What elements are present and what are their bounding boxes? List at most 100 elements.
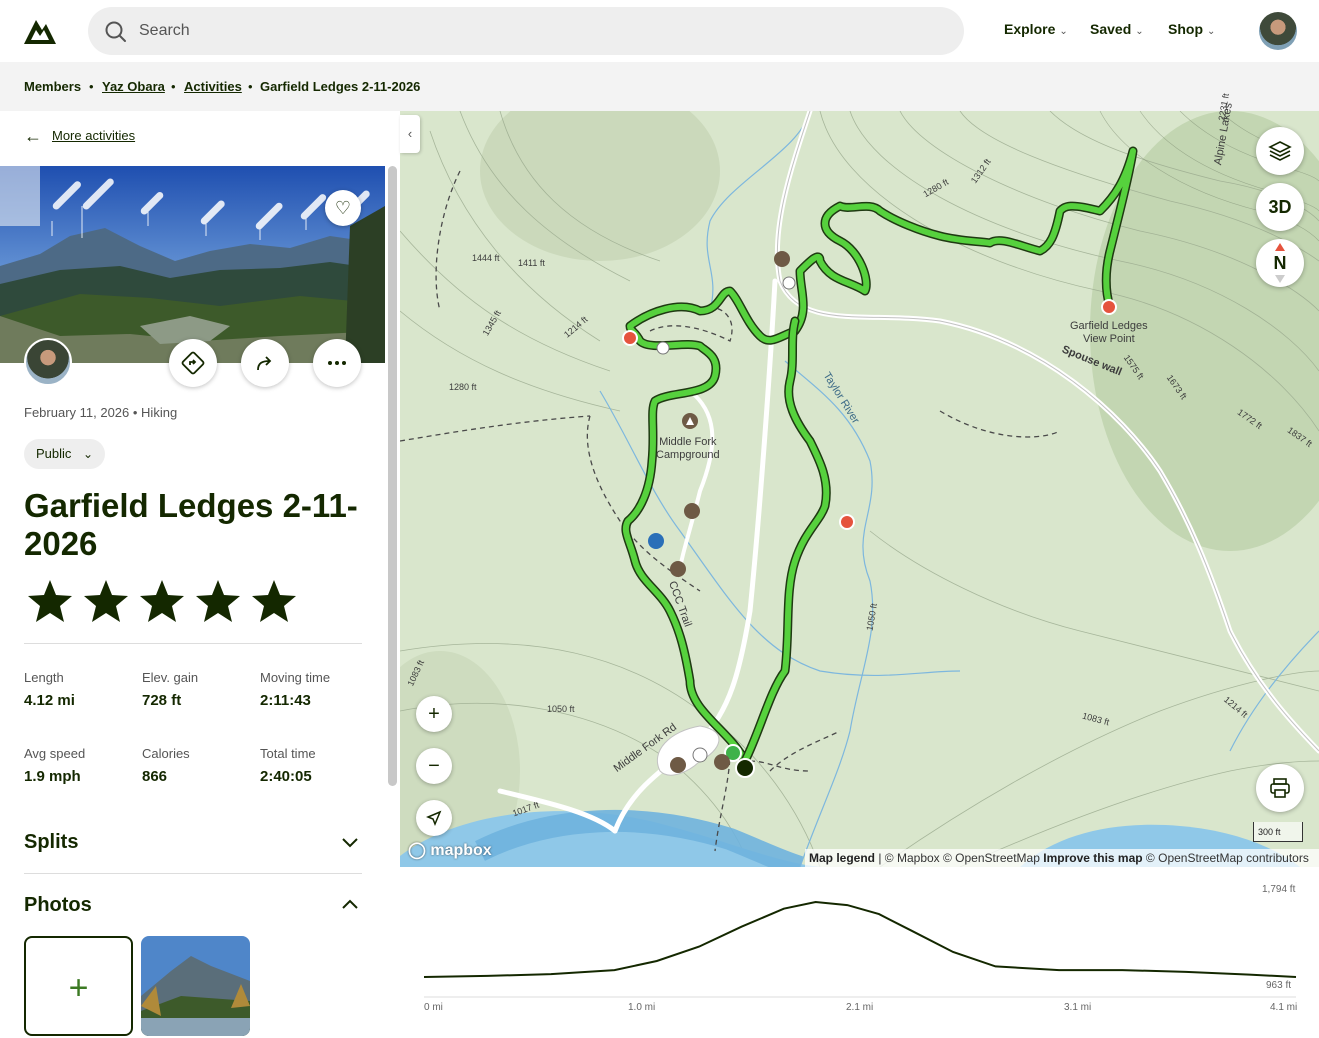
favorite-heart-button[interactable]: ♡: [325, 190, 361, 226]
nav-saved[interactable]: Saved ⌄: [1090, 21, 1144, 37]
contour-label: 1280 ft: [449, 382, 477, 392]
directions-button[interactable]: [169, 339, 217, 387]
zoom-in-button[interactable]: +: [416, 696, 452, 732]
stat-value: 2:11:43: [260, 692, 311, 709]
activity-title: Garfield Ledges 2-11-2026: [24, 487, 358, 562]
distance-tick-label: 4.1 mi: [1270, 1002, 1298, 1013]
distance-tick-label: 0 mi: [424, 1002, 443, 1013]
print-map-button[interactable]: [1256, 764, 1304, 812]
map-canvas[interactable]: [400, 111, 1319, 867]
elevation-profile[interactable]: 1,794 ft 963 ft 0 mi 1.0 mi 2.1 mi 3.1 m…: [400, 867, 1319, 1028]
photo-thumbnail[interactable]: [141, 936, 250, 1036]
star-icon[interactable]: [26, 578, 74, 624]
breadcrumb-user[interactable]: Yaz Obara: [102, 79, 165, 94]
star-icon[interactable]: [138, 578, 186, 624]
campground-label-line2: Campground: [656, 449, 720, 461]
chevron-down-icon[interactable]: [340, 837, 360, 849]
user-avatar-small[interactable]: [24, 338, 72, 386]
sidebar-scrollbar[interactable]: [388, 166, 397, 786]
alltrails-logo-icon[interactable]: [22, 16, 58, 46]
mapbox-logo-icon: ◯: [408, 842, 426, 859]
stat-elevation-gain: Elev. gain 728 ft: [142, 670, 198, 709]
end-marker: [735, 758, 755, 778]
breadcrumb: Members • Yaz Obara • Activities • Garfi…: [0, 62, 1319, 111]
stat-value: 866: [142, 768, 168, 785]
stat-avg-speed: Avg speed 1.9 mph: [24, 746, 85, 785]
breadcrumb-separator: •: [248, 79, 253, 94]
attribution-sources[interactable]: | © Mapbox © OpenStreetMap: [875, 851, 1043, 865]
elevation-min-label: 963 ft: [1266, 980, 1292, 991]
mapbox-logo-text: mapbox: [430, 842, 492, 859]
chevron-up-icon[interactable]: [340, 898, 360, 910]
stat-label: Avg speed: [24, 746, 86, 761]
3d-toggle-button[interactable]: 3D: [1256, 183, 1304, 231]
waypoint-marker: [839, 514, 855, 530]
stat-value: 1.9 mph: [24, 768, 81, 785]
stat-length: Length 4.12 mi: [24, 670, 75, 709]
star-icon[interactable]: [194, 578, 242, 624]
star-icon[interactable]: [250, 578, 298, 624]
chevron-left-icon: ‹: [407, 126, 413, 141]
stat-moving-time: Moving time 2:11:43: [260, 670, 330, 709]
printer-icon: [1270, 778, 1290, 798]
stat-label: Moving time: [260, 670, 331, 685]
splits-section-header[interactable]: Splits: [24, 831, 78, 854]
stat-total-time: Total time 2:40:05: [260, 746, 316, 785]
arrow-left-icon: ←: [24, 126, 42, 146]
chevron-down-icon: ⌄: [1207, 26, 1216, 37]
search-icon: [105, 21, 126, 42]
share-button[interactable]: [241, 339, 289, 387]
mapbox-logo[interactable]: ◯ mapbox: [408, 840, 492, 860]
divider: [24, 873, 362, 874]
more-options-button[interactable]: [313, 339, 361, 387]
breadcrumb-separator: •: [171, 79, 176, 94]
viewpoint-label: Garfield Ledges View Point: [1070, 320, 1148, 346]
layers-icon: [1268, 141, 1292, 161]
search-placeholder: Search: [139, 22, 190, 39]
visibility-dropdown[interactable]: Public ⌄: [24, 439, 106, 469]
nav-explore[interactable]: Explore ⌄: [1004, 21, 1068, 37]
more-activities-label: More activities: [52, 128, 136, 143]
stat-label: Elev. gain: [142, 670, 199, 685]
viewpoint-label-line1: Garfield Ledges: [1070, 320, 1148, 332]
activity-date-type: February 11, 2026 • Hiking: [24, 405, 178, 420]
star-icon[interactable]: [82, 578, 130, 624]
compass-north-button[interactable]: N: [1256, 239, 1304, 287]
map-scale: 300 ft: [1253, 822, 1303, 842]
stat-value: 4.12 mi: [24, 692, 75, 709]
nav-shop[interactable]: Shop ⌄: [1168, 21, 1215, 37]
breadcrumb-activities[interactable]: Activities: [184, 79, 242, 94]
locate-me-button[interactable]: [416, 800, 452, 836]
chevron-down-icon: ⌄: [83, 447, 94, 461]
collapse-sidebar-button[interactable]: ‹: [400, 115, 420, 153]
stat-label: Total time: [260, 746, 316, 761]
map-attribution: Map legend | © Mapbox © OpenStreetMap Im…: [805, 849, 1319, 867]
breadcrumb-members[interactable]: Members: [24, 79, 81, 94]
photos-section-header[interactable]: Photos: [24, 894, 92, 917]
chevron-down-icon: ⌄: [1059, 26, 1068, 37]
user-avatar[interactable]: [1259, 12, 1297, 50]
attribution-contributors[interactable]: © OpenStreetMap contributors: [1143, 851, 1309, 865]
breadcrumb-separator: •: [89, 79, 94, 94]
map-view[interactable]: [400, 111, 1319, 867]
add-photo-button[interactable]: +: [24, 936, 133, 1036]
directions-icon: [181, 351, 205, 375]
rating-stars[interactable]: [26, 578, 306, 629]
campground-label-line1: Middle Fork: [659, 436, 717, 448]
share-icon: [257, 356, 272, 371]
stat-value: 728 ft: [142, 692, 182, 709]
navigation-arrow-icon: [426, 810, 442, 826]
stat-calories: Calories 866: [142, 746, 190, 785]
compass-north-label: N: [1273, 253, 1287, 273]
search-bar[interactable]: Search: [88, 7, 964, 55]
visibility-label: Public: [36, 446, 72, 461]
activity-hero-photo[interactable]: [0, 166, 385, 363]
map-layers-button[interactable]: [1256, 127, 1304, 175]
contour-label: 1411 ft: [518, 258, 545, 268]
zoom-out-button[interactable]: −: [416, 748, 452, 784]
viewpoint-label-line2: View Point: [1082, 333, 1135, 345]
distance-tick-label: 3.1 mi: [1064, 1002, 1092, 1013]
map-legend-link[interactable]: Map legend: [809, 851, 875, 865]
more-dots-icon: [328, 361, 346, 365]
improve-map-link[interactable]: Improve this map: [1043, 851, 1142, 865]
